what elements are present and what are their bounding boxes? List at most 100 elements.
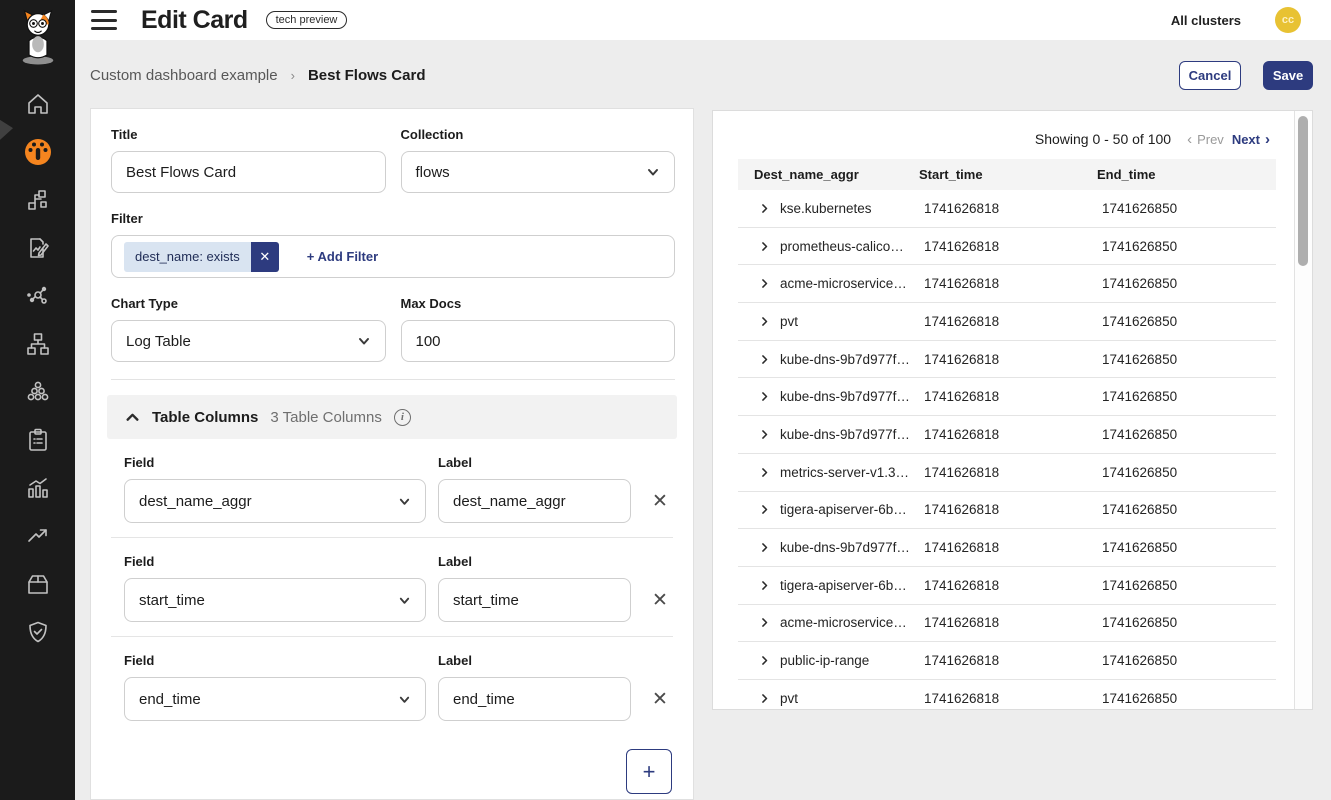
- sitemap-icon: [26, 332, 50, 356]
- table-row[interactable]: pvt 1741626818 1741626850: [738, 303, 1276, 341]
- table-row[interactable]: prometheus-calico… 1741626818 1741626850: [738, 228, 1276, 266]
- cell-end-time: 1741626850: [1097, 352, 1276, 367]
- report-edit-icon: [26, 236, 50, 260]
- sidebar-item-security[interactable]: [0, 608, 75, 656]
- preview-table-header: Dest_name_aggr Start_time End_time: [738, 159, 1276, 190]
- cell-dest-name: kube-dns-9b7d977f…: [780, 389, 910, 404]
- sidebar-item-service-graph[interactable]: [0, 176, 75, 224]
- table-row[interactable]: tigera-apiserver-6b… 1741626818 17416268…: [738, 492, 1276, 530]
- remove-column-icon[interactable]: ✕: [643, 677, 677, 721]
- breadcrumb-row: Custom dashboard example › Best Flows Ca…: [90, 58, 1313, 92]
- field-label: Field: [124, 455, 426, 470]
- table-row[interactable]: kube-dns-9b7d977f… 1741626818 1741626850: [738, 341, 1276, 379]
- expand-chevron-icon[interactable]: [759, 354, 770, 365]
- expand-chevron-icon[interactable]: [759, 429, 770, 440]
- table-row[interactable]: acme-microservice… 1741626818 1741626850: [738, 605, 1276, 643]
- chart-type-label: Chart Type: [111, 296, 386, 311]
- cell-end-time: 1741626850: [1097, 578, 1276, 593]
- table-row[interactable]: kube-dns-9b7d977f… 1741626818 1741626850: [738, 416, 1276, 454]
- sidebar-item-sitemap[interactable]: [0, 320, 75, 368]
- cell-start-time: 1741626818: [919, 540, 1097, 555]
- cell-start-time: 1741626818: [919, 578, 1097, 593]
- sidebar-item-compliance[interactable]: [0, 416, 75, 464]
- remove-column-icon[interactable]: ✕: [643, 578, 677, 622]
- expand-chevron-icon[interactable]: [759, 655, 770, 666]
- chevron-down-icon: [646, 165, 660, 179]
- cell-end-time: 1741626850: [1097, 653, 1276, 668]
- expand-chevron-icon[interactable]: [759, 203, 770, 214]
- breadcrumb-parent[interactable]: Custom dashboard example: [90, 67, 278, 84]
- table-row[interactable]: public-ip-range 1741626818 1741626850: [738, 642, 1276, 680]
- service-graph-icon: [26, 188, 50, 212]
- field-select-1[interactable]: dest_name_aggr: [124, 479, 426, 523]
- next-button[interactable]: Next ›: [1232, 132, 1270, 147]
- top-bar: Edit Card tech preview All clusters cc: [75, 0, 1331, 40]
- label-label: Label: [438, 455, 631, 470]
- sidebar-item-packages[interactable]: [0, 560, 75, 608]
- expand-chevron-icon[interactable]: [759, 617, 770, 628]
- expand-chevron-icon[interactable]: [759, 391, 770, 402]
- save-button[interactable]: Save: [1263, 61, 1313, 90]
- label-input-2[interactable]: [438, 578, 631, 622]
- sidebar-item-reports[interactable]: [0, 224, 75, 272]
- cell-start-time: 1741626818: [919, 653, 1097, 668]
- chevron-up-icon[interactable]: [125, 410, 140, 425]
- table-row[interactable]: tigera-apiserver-6b… 1741626818 17416268…: [738, 567, 1276, 605]
- sidebar-item-trends[interactable]: [0, 512, 75, 560]
- max-docs-input[interactable]: [401, 320, 676, 362]
- cell-dest-name: kube-dns-9b7d977f…: [780, 540, 910, 555]
- expand-chevron-icon[interactable]: [759, 580, 770, 591]
- filter-chip-remove-icon[interactable]: ✕: [251, 242, 279, 272]
- add-filter-link[interactable]: + Add Filter: [307, 249, 378, 264]
- table-columns-count: 3 Table Columns: [270, 409, 381, 426]
- preview-table-rows: kse.kubernetes 1741626818 1741626850 pro…: [738, 190, 1276, 710]
- table-columns-section-header[interactable]: Table Columns 3 Table Columns i: [107, 395, 677, 439]
- expand-chevron-icon[interactable]: [759, 316, 770, 327]
- label-input-1[interactable]: [438, 479, 631, 523]
- cell-end-time: 1741626850: [1097, 427, 1276, 442]
- table-row[interactable]: acme-microservice… 1741626818 1741626850: [738, 265, 1276, 303]
- page-title: Edit Card: [141, 6, 248, 35]
- field-label: Field: [124, 554, 426, 569]
- cell-end-time: 1741626850: [1097, 314, 1276, 329]
- sidebar-item-network-graph[interactable]: [0, 272, 75, 320]
- collection-select[interactable]: flows: [401, 151, 676, 193]
- expand-chevron-icon[interactable]: [759, 241, 770, 252]
- field-select-2[interactable]: start_time: [124, 578, 426, 622]
- sidebar-item-clusters[interactable]: [0, 368, 75, 416]
- expand-chevron-icon[interactable]: [759, 278, 770, 289]
- cell-end-time: 1741626850: [1097, 239, 1276, 254]
- avatar[interactable]: cc: [1275, 7, 1301, 33]
- add-column-button[interactable]: +: [626, 749, 672, 794]
- title-label: Title: [111, 127, 386, 142]
- chart-type-select[interactable]: Log Table: [111, 320, 386, 362]
- expand-chevron-icon[interactable]: [759, 504, 770, 515]
- cell-end-time: 1741626850: [1097, 465, 1276, 480]
- info-icon[interactable]: i: [394, 409, 411, 426]
- title-input[interactable]: [111, 151, 386, 193]
- cancel-button[interactable]: Cancel: [1179, 61, 1241, 90]
- sidebar-item-metrics[interactable]: [0, 464, 75, 512]
- table-row[interactable]: metrics-server-v1.3… 1741626818 17416268…: [738, 454, 1276, 492]
- hamburger-menu-icon[interactable]: [91, 10, 117, 30]
- table-row[interactable]: kse.kubernetes 1741626818 1741626850: [738, 190, 1276, 228]
- cell-end-time: 1741626850: [1097, 540, 1276, 555]
- prev-button[interactable]: ‹ Prev: [1187, 132, 1224, 147]
- expand-chevron-icon[interactable]: [759, 693, 770, 704]
- table-row[interactable]: pvt 1741626818 1741626850: [738, 680, 1276, 710]
- label-input-3[interactable]: [438, 677, 631, 721]
- remove-column-icon[interactable]: ✕: [643, 479, 677, 523]
- chevron-down-icon: [398, 693, 411, 706]
- network-graph-icon: [26, 284, 50, 308]
- cell-end-time: 1741626850: [1097, 389, 1276, 404]
- chevron-right-icon: ›: [1265, 132, 1270, 147]
- field-select-3[interactable]: end_time: [124, 677, 426, 721]
- cluster-selector[interactable]: All clusters: [1171, 13, 1241, 28]
- package-box-icon: [26, 572, 50, 596]
- table-row[interactable]: kube-dns-9b7d977f… 1741626818 1741626850: [738, 378, 1276, 416]
- breadcrumb-current: Best Flows Card: [308, 67, 426, 84]
- scrollbar-thumb[interactable]: [1298, 116, 1308, 266]
- table-row[interactable]: kube-dns-9b7d977f… 1741626818 1741626850: [738, 529, 1276, 567]
- expand-chevron-icon[interactable]: [759, 542, 770, 553]
- expand-chevron-icon[interactable]: [759, 467, 770, 478]
